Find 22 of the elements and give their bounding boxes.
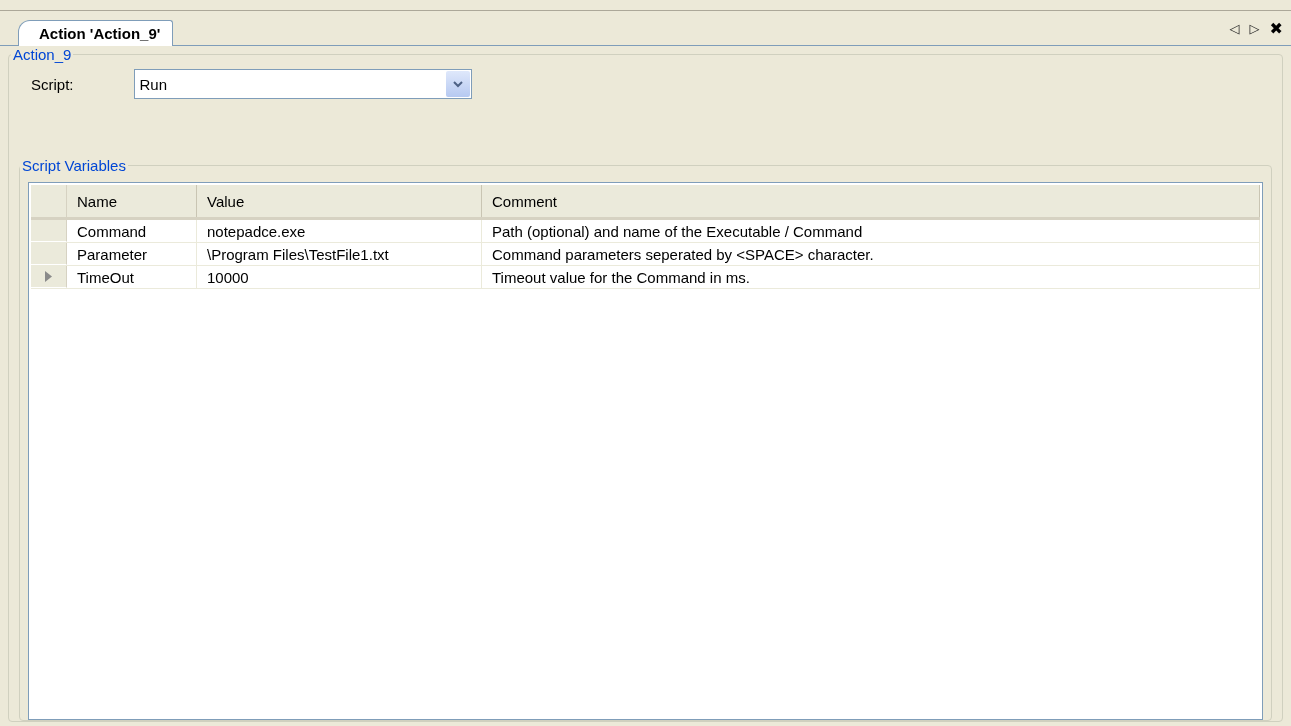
table-cell[interactable]: Parameter [67, 243, 197, 265]
column-header[interactable]: Value [197, 185, 482, 217]
close-button[interactable]: ✖ [1267, 18, 1285, 38]
row-header[interactable] [31, 266, 67, 288]
table-cell[interactable]: Timeout value for the Command in ms. [482, 266, 1260, 288]
document-tab[interactable]: Action 'Action_9' [18, 20, 174, 46]
table-cell[interactable]: notepadce.exe [197, 220, 482, 242]
scroll-left-button[interactable]: ◁ [1227, 18, 1242, 38]
table-cell[interactable]: \Program Files\TestFile1.txt [197, 243, 482, 265]
script-label: Script: [31, 75, 74, 93]
table-cell[interactable]: Path (optional) and name of the Executable / Command [482, 220, 1260, 242]
table-cell[interactable]: Command parameters seperated by <SPACE> character. [482, 243, 1260, 265]
group-title: Script Variables [21, 157, 127, 174]
column-header[interactable]: Name [67, 185, 197, 217]
script-dropdown[interactable]: Run [133, 69, 472, 99]
table-cell[interactable]: 10000 [197, 266, 482, 288]
scroll-right-button[interactable]: ▷ [1247, 18, 1262, 38]
table-cell[interactable]: TimeOut [67, 266, 197, 288]
current-row-icon [45, 271, 52, 282]
column-header[interactable]: Comment [482, 185, 1260, 217]
group-title: Action_9 [12, 46, 73, 63]
table-cell[interactable]: Command [67, 220, 197, 242]
